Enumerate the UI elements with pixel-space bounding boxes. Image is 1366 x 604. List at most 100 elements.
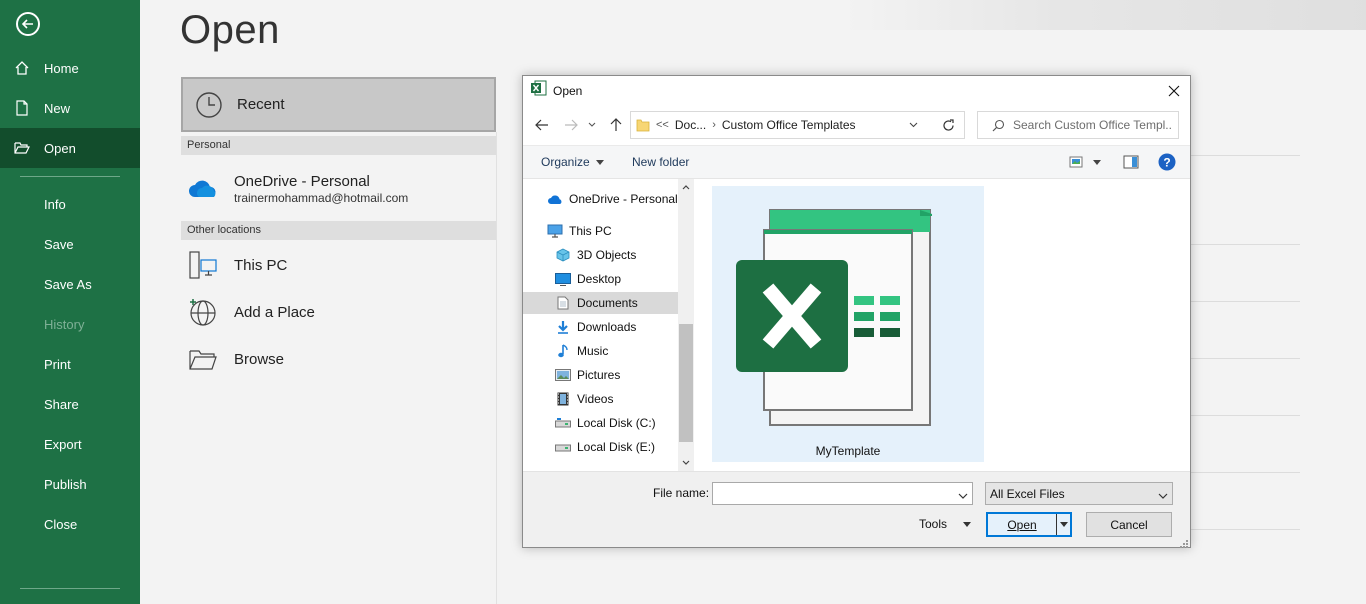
- clock-icon: [187, 91, 231, 119]
- file-list: MyTemplate: [694, 179, 1190, 471]
- tree-item-videos[interactable]: Videos: [554, 388, 678, 410]
- nav-divider: [20, 176, 120, 177]
- breadcrumb-overflow[interactable]: <<: [656, 119, 669, 131]
- tree-item-label: Documents: [577, 296, 638, 310]
- open-folder-icon: [0, 140, 44, 156]
- nav-open[interactable]: Open: [0, 128, 140, 168]
- dialog-footer: File name: All Excel Files Tools Open Ca…: [523, 471, 1190, 548]
- globe-add-icon: [181, 297, 225, 327]
- file-item[interactable]: MyTemplate: [712, 186, 984, 462]
- help-icon: ?: [1158, 153, 1176, 171]
- folder-icon: [636, 118, 650, 132]
- close-icon[interactable]: [1164, 81, 1184, 101]
- header-decoration: [846, 0, 1366, 30]
- scrollbar-thumb[interactable]: [679, 324, 693, 442]
- cancel-button[interactable]: Cancel: [1086, 512, 1172, 537]
- film-icon: [554, 391, 572, 407]
- browse-location[interactable]: Browse: [181, 341, 496, 377]
- address-dropdown-icon[interactable]: [909, 122, 918, 128]
- search-box[interactable]: [977, 111, 1179, 139]
- file-type-select[interactable]: All Excel Files: [985, 482, 1173, 505]
- tree-item-3d-objects[interactable]: 3D Objects: [554, 244, 678, 266]
- nav-save[interactable]: Save: [0, 224, 140, 264]
- drive-icon: [554, 439, 572, 455]
- onedrive-location[interactable]: OneDrive - Personal trainermohammad@hotm…: [181, 169, 496, 209]
- add-a-place-location[interactable]: Add a Place: [181, 294, 496, 330]
- tree-item-downloads[interactable]: Downloads: [554, 316, 678, 338]
- new-folder-label: New folder: [632, 155, 690, 169]
- tree-item-label: Local Disk (C:): [577, 416, 656, 430]
- search-input[interactable]: [1013, 118, 1173, 132]
- address-bar[interactable]: << Doc... › Custom Office Templates: [630, 111, 965, 139]
- this-pc-location[interactable]: This PC: [181, 247, 496, 283]
- cancel-button-label: Cancel: [1110, 517, 1148, 532]
- tree-item-local-disk-e[interactable]: Local Disk (E:): [554, 436, 678, 458]
- recent-button[interactable]: Recent: [181, 77, 496, 132]
- pictures-icon: [554, 367, 572, 383]
- scroll-up-icon[interactable]: [682, 185, 690, 190]
- up-arrow-icon[interactable]: [607, 117, 625, 133]
- new-folder-button[interactable]: New folder: [632, 155, 689, 169]
- tools-menu[interactable]: Tools: [919, 517, 972, 531]
- nav-share[interactable]: Share: [0, 384, 140, 424]
- preview-pane-icon: [1123, 155, 1139, 169]
- tree-item-pictures[interactable]: Pictures: [554, 364, 678, 386]
- back-arrow-icon[interactable]: [16, 12, 40, 36]
- desktop-icon: [554, 271, 572, 287]
- nav-home[interactable]: Home: [0, 48, 140, 88]
- chevron-down-icon[interactable]: [958, 488, 968, 506]
- recent-locations-chevron-icon[interactable]: [587, 117, 597, 133]
- organize-button[interactable]: Organize: [541, 155, 604, 169]
- page-title: Open: [180, 8, 280, 52]
- help-button[interactable]: ?: [1158, 153, 1176, 171]
- recent-label: Recent: [237, 96, 285, 113]
- breadcrumb-custom-office-templates[interactable]: Custom Office Templates: [722, 118, 856, 132]
- tree-item-label: Pictures: [577, 368, 621, 382]
- nav-print[interactable]: Print: [0, 344, 140, 384]
- nav-save-label: Save: [44, 236, 74, 252]
- tree-item-this-pc[interactable]: This PC: [546, 220, 678, 242]
- breadcrumb-documents[interactable]: Doc...: [675, 118, 706, 132]
- nav-export[interactable]: Export: [0, 424, 140, 464]
- file-name-label: File name:: [653, 486, 710, 500]
- tree-item-label: OneDrive - Personal: [569, 192, 678, 206]
- forward-arrow-icon[interactable]: [562, 117, 580, 133]
- open-button[interactable]: Open: [986, 512, 1072, 537]
- file-type-value: All Excel Files: [990, 487, 1065, 501]
- dialog-titlebar[interactable]: Open: [523, 76, 1190, 105]
- tree-item-label: Local Disk (E:): [577, 440, 656, 454]
- nav-close[interactable]: Close: [0, 504, 140, 544]
- refresh-button[interactable]: [933, 111, 965, 139]
- resize-grip-icon[interactable]: [1178, 535, 1188, 548]
- music-note-icon: [554, 343, 572, 359]
- open-options-dropdown-icon[interactable]: [1056, 514, 1070, 535]
- backstage-nav: Home New Open Info Save Save As History …: [0, 0, 140, 604]
- tree-item-local-disk-c[interactable]: Local Disk (C:): [554, 412, 678, 434]
- chevron-down-icon: [595, 159, 604, 165]
- preview-pane-button[interactable]: [1123, 155, 1139, 169]
- nav-save-as-label: Save As: [44, 276, 92, 292]
- nav-info[interactable]: Info: [0, 184, 140, 224]
- list-divider: [1190, 301, 1300, 302]
- view-dropdown-icon[interactable]: [1093, 159, 1101, 165]
- file-name-input[interactable]: [712, 482, 973, 505]
- this-pc-label: This PC: [234, 256, 288, 274]
- onedrive-label: OneDrive - Personal: [234, 173, 370, 190]
- nav-home-label: Home: [44, 60, 79, 76]
- tree-item-music[interactable]: Music: [554, 340, 678, 362]
- nav-save-as[interactable]: Save As: [0, 264, 140, 304]
- navigation-scrollbar[interactable]: [678, 179, 694, 471]
- home-icon: [0, 60, 44, 76]
- scroll-down-icon[interactable]: [682, 460, 690, 465]
- nav-print-label: Print: [44, 356, 71, 372]
- nav-publish[interactable]: Publish: [0, 464, 140, 504]
- file-name: MyTemplate: [815, 444, 881, 458]
- nav-info-label: Info: [44, 196, 66, 212]
- personal-header: Personal: [181, 136, 496, 155]
- tree-item-desktop[interactable]: Desktop: [554, 268, 678, 290]
- tree-item-documents[interactable]: Documents: [523, 292, 678, 314]
- nav-new[interactable]: New: [0, 88, 140, 128]
- tree-item-onedrive[interactable]: OneDrive - Personal: [546, 188, 678, 210]
- back-arrow-icon[interactable]: [533, 117, 551, 133]
- change-view-button[interactable]: [1069, 156, 1101, 168]
